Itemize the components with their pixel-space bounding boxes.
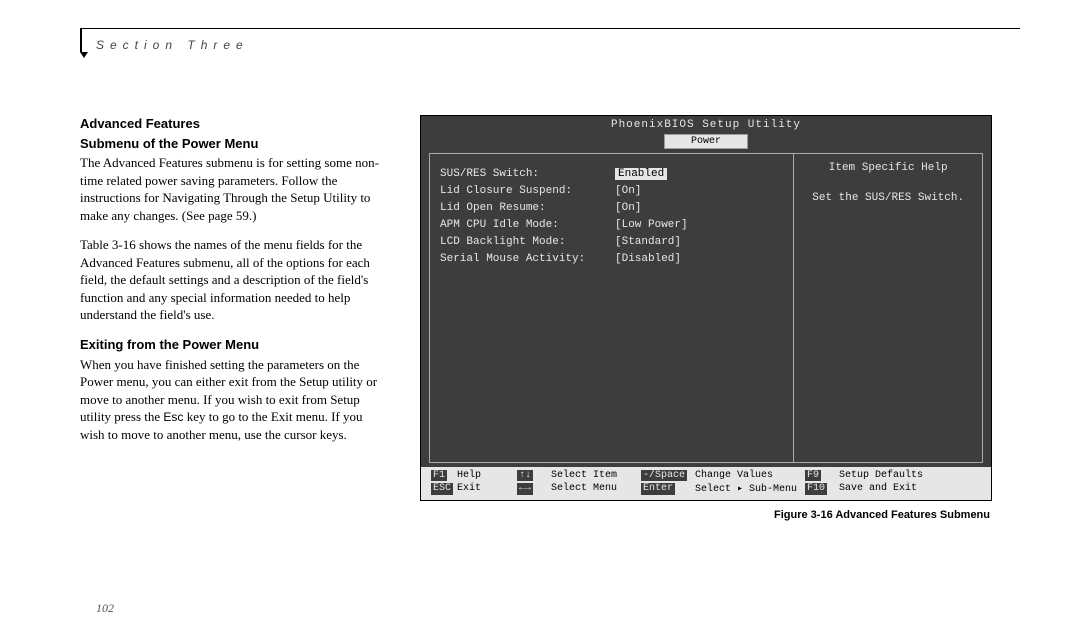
bios-value: [On]: [615, 185, 641, 197]
footer-setup-defaults: Setup Defaults: [839, 470, 981, 481]
bios-value: [Disabled]: [615, 253, 681, 265]
right-column: PhoenixBIOS Setup Utility Power SUS/RES …: [420, 115, 1020, 521]
bios-label: Lid Open Resume:: [440, 202, 615, 214]
bios-row-lidopen: Lid Open Resume: [On]: [440, 202, 783, 214]
figure-caption: Figure 3-16 Advanced Features Submenu: [420, 509, 990, 521]
bios-label: LCD Backlight Mode:: [440, 236, 615, 248]
key-enter: Enter: [641, 483, 675, 495]
footer-exit: Exit: [457, 483, 517, 495]
key-f10: F10: [805, 483, 827, 495]
bios-row-lidclose: Lid Closure Suspend: [On]: [440, 185, 783, 197]
section-label: Section Three: [96, 38, 249, 52]
footer-select-menu: Select Menu: [551, 483, 641, 495]
bios-label: APM CPU Idle Mode:: [440, 219, 615, 231]
bios-body: SUS/RES Switch: Enabled Lid Closure Susp…: [429, 153, 983, 463]
page-content: Advanced Features Submenu of the Power M…: [80, 115, 1020, 521]
footer-select-item: Select Item: [551, 470, 641, 481]
paragraph-1: The Advanced Features submenu is for set…: [80, 154, 380, 224]
bios-screenshot: PhoenixBIOS Setup Utility Power SUS/RES …: [420, 115, 992, 501]
bios-label: SUS/RES Switch:: [440, 168, 615, 180]
key-f9: F9: [805, 470, 821, 481]
heading-line1: Advanced Features: [80, 115, 380, 133]
section-corner-mark: [80, 28, 88, 52]
page-number: 102: [96, 601, 114, 616]
bios-value: [On]: [615, 202, 641, 214]
bios-help-title: Item Specific Help: [802, 162, 974, 174]
bios-settings-pane: SUS/RES Switch: Enabled Lid Closure Susp…: [430, 154, 794, 462]
left-column: Advanced Features Submenu of the Power M…: [80, 115, 380, 521]
bios-row-lcd: LCD Backlight Mode: [Standard]: [440, 236, 783, 248]
bios-footer: F1 Help ↑↓ Select Item -/Space Change Va…: [421, 467, 991, 500]
footer-help: Help: [457, 470, 517, 481]
bios-row-serial: Serial Mouse Activity: [Disabled]: [440, 253, 783, 265]
paragraph-2: Table 3-16 shows the names of the menu f…: [80, 236, 380, 324]
bios-title: PhoenixBIOS Setup Utility: [421, 116, 991, 134]
footer-select-sub: Select ▸ Sub-Menu: [695, 483, 805, 495]
top-rule: [80, 28, 1020, 29]
bios-value: [Low Power]: [615, 219, 688, 231]
key-space: -/Space: [641, 470, 687, 481]
bios-label: Serial Mouse Activity:: [440, 253, 615, 265]
bios-help-pane: Item Specific Help Set the SUS/RES Switc…: [794, 154, 982, 462]
bios-row-apm: APM CPU Idle Mode: [Low Power]: [440, 219, 783, 231]
bios-value-selected: Enabled: [615, 168, 667, 180]
paragraph-3: When you have finished setting the param…: [80, 356, 380, 444]
bios-row-susres: SUS/RES Switch: Enabled: [440, 168, 783, 180]
subheading-exit: Exiting from the Power Menu: [80, 336, 380, 354]
key-updown: ↑↓: [517, 470, 533, 481]
footer-save-exit: Save and Exit: [839, 483, 981, 495]
bios-label: Lid Closure Suspend:: [440, 185, 615, 197]
bios-tab-power: Power: [664, 134, 748, 149]
bios-value: [Standard]: [615, 236, 681, 248]
footer-change-values: Change Values: [695, 470, 805, 481]
key-esc: ESC: [431, 483, 453, 495]
heading-line2: Submenu of the Power Menu: [80, 135, 380, 153]
key-f1: F1: [431, 470, 447, 481]
key-leftright: ←→: [517, 483, 533, 495]
bios-help-text: Set the SUS/RES Switch.: [802, 192, 974, 204]
esc-key-text: Esc: [163, 410, 183, 424]
